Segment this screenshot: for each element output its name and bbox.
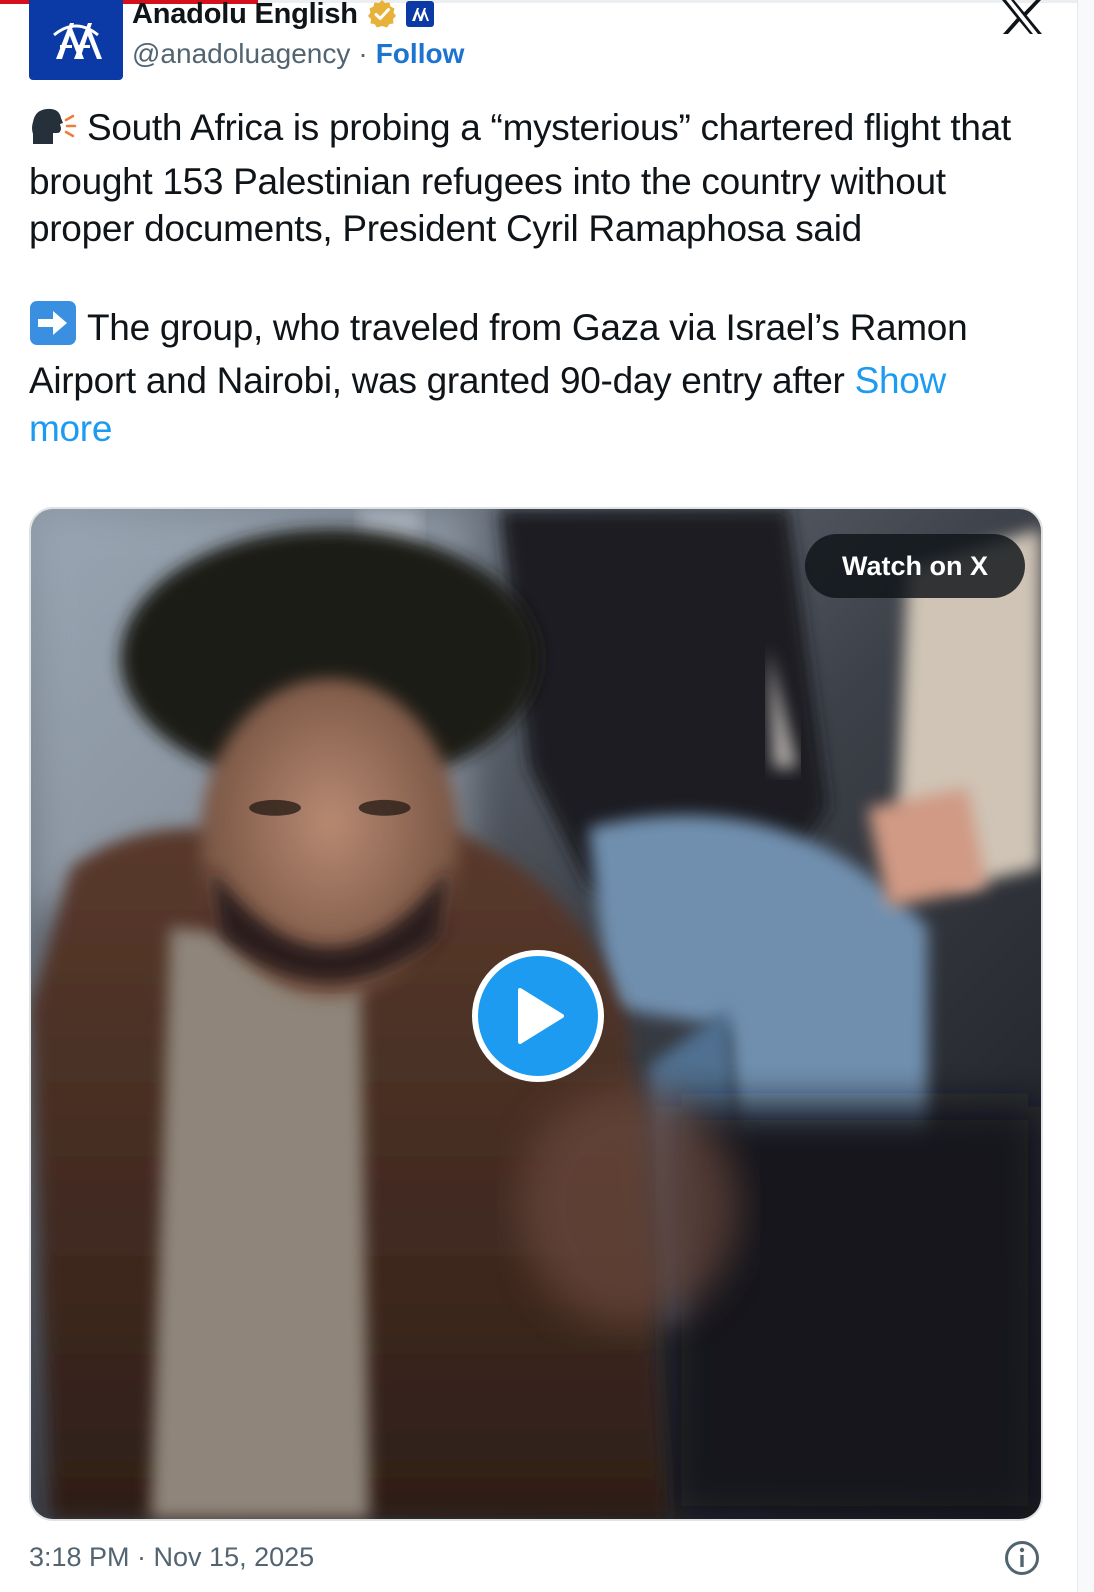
video-media[interactable]: Watch on X [29,507,1043,1521]
play-icon [518,988,564,1044]
avatar[interactable] [29,0,123,80]
info-icon[interactable] [1004,1540,1040,1576]
affiliate-badge-icon [405,1,434,27]
tweet-text: South Africa is probing a “mysterious” c… [29,104,1029,452]
watch-on-x-button[interactable]: Watch on X [805,534,1025,598]
speaking-head-icon [29,106,77,158]
aa-logo-icon [53,23,102,59]
tweet-paragraph-2: The group, who traveled from Gaza via Is… [29,300,1029,453]
tweet-paragraph-1: South Africa is probing a “mysterious” c… [29,104,1029,253]
tweet-timestamp[interactable]: 3:18 PM · Nov 15, 2025 [29,1542,314,1573]
author-name-row: Anadolu English [132,0,434,34]
play-button[interactable] [472,950,604,1082]
right-arrow-icon [29,300,77,358]
author-handle[interactable]: @anadoluagency [132,38,350,70]
page-scroll-edge [1077,0,1094,1592]
separator-dot: · [358,38,368,69]
tweet-paragraph-1-text: South Africa is probing a “mysterious” c… [29,107,1011,249]
handle-row: @anadoluagency · Follow [132,38,464,70]
display-name[interactable]: Anadolu English [132,0,358,31]
x-logo-icon[interactable] [1000,0,1044,34]
follow-button[interactable]: Follow [376,38,465,70]
tweet-paragraph-2-text: The group, who traveled from Gaza via Is… [29,306,968,402]
verified-badge-icon [367,0,396,28]
